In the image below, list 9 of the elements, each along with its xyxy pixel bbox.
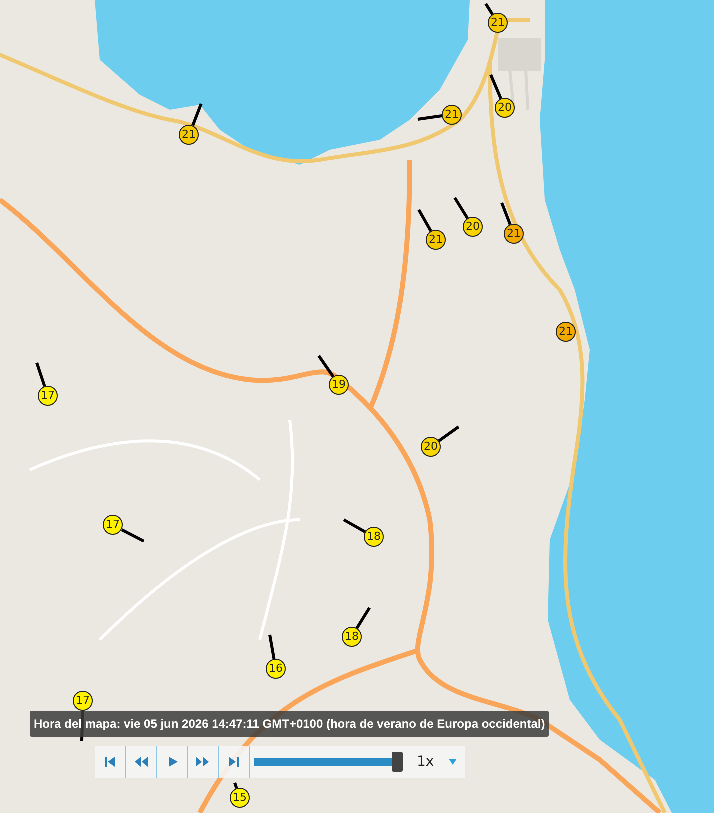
timeline-handle[interactable]: [392, 752, 403, 772]
speed-select[interactable]: 1x: [409, 746, 465, 778]
skip-forward-icon: [226, 754, 242, 770]
rewind-icon: [133, 754, 149, 770]
fast-forward-icon: [195, 754, 211, 770]
skip-back-icon: [102, 754, 118, 770]
caret-icon: [449, 759, 457, 765]
map-time-label: Hora del mapa: vie 05 jun 2026 14:47:11 GMT+0100 (hora de verano de Europa occidental): [30, 711, 550, 737]
timeline-slider[interactable]: [254, 752, 403, 772]
